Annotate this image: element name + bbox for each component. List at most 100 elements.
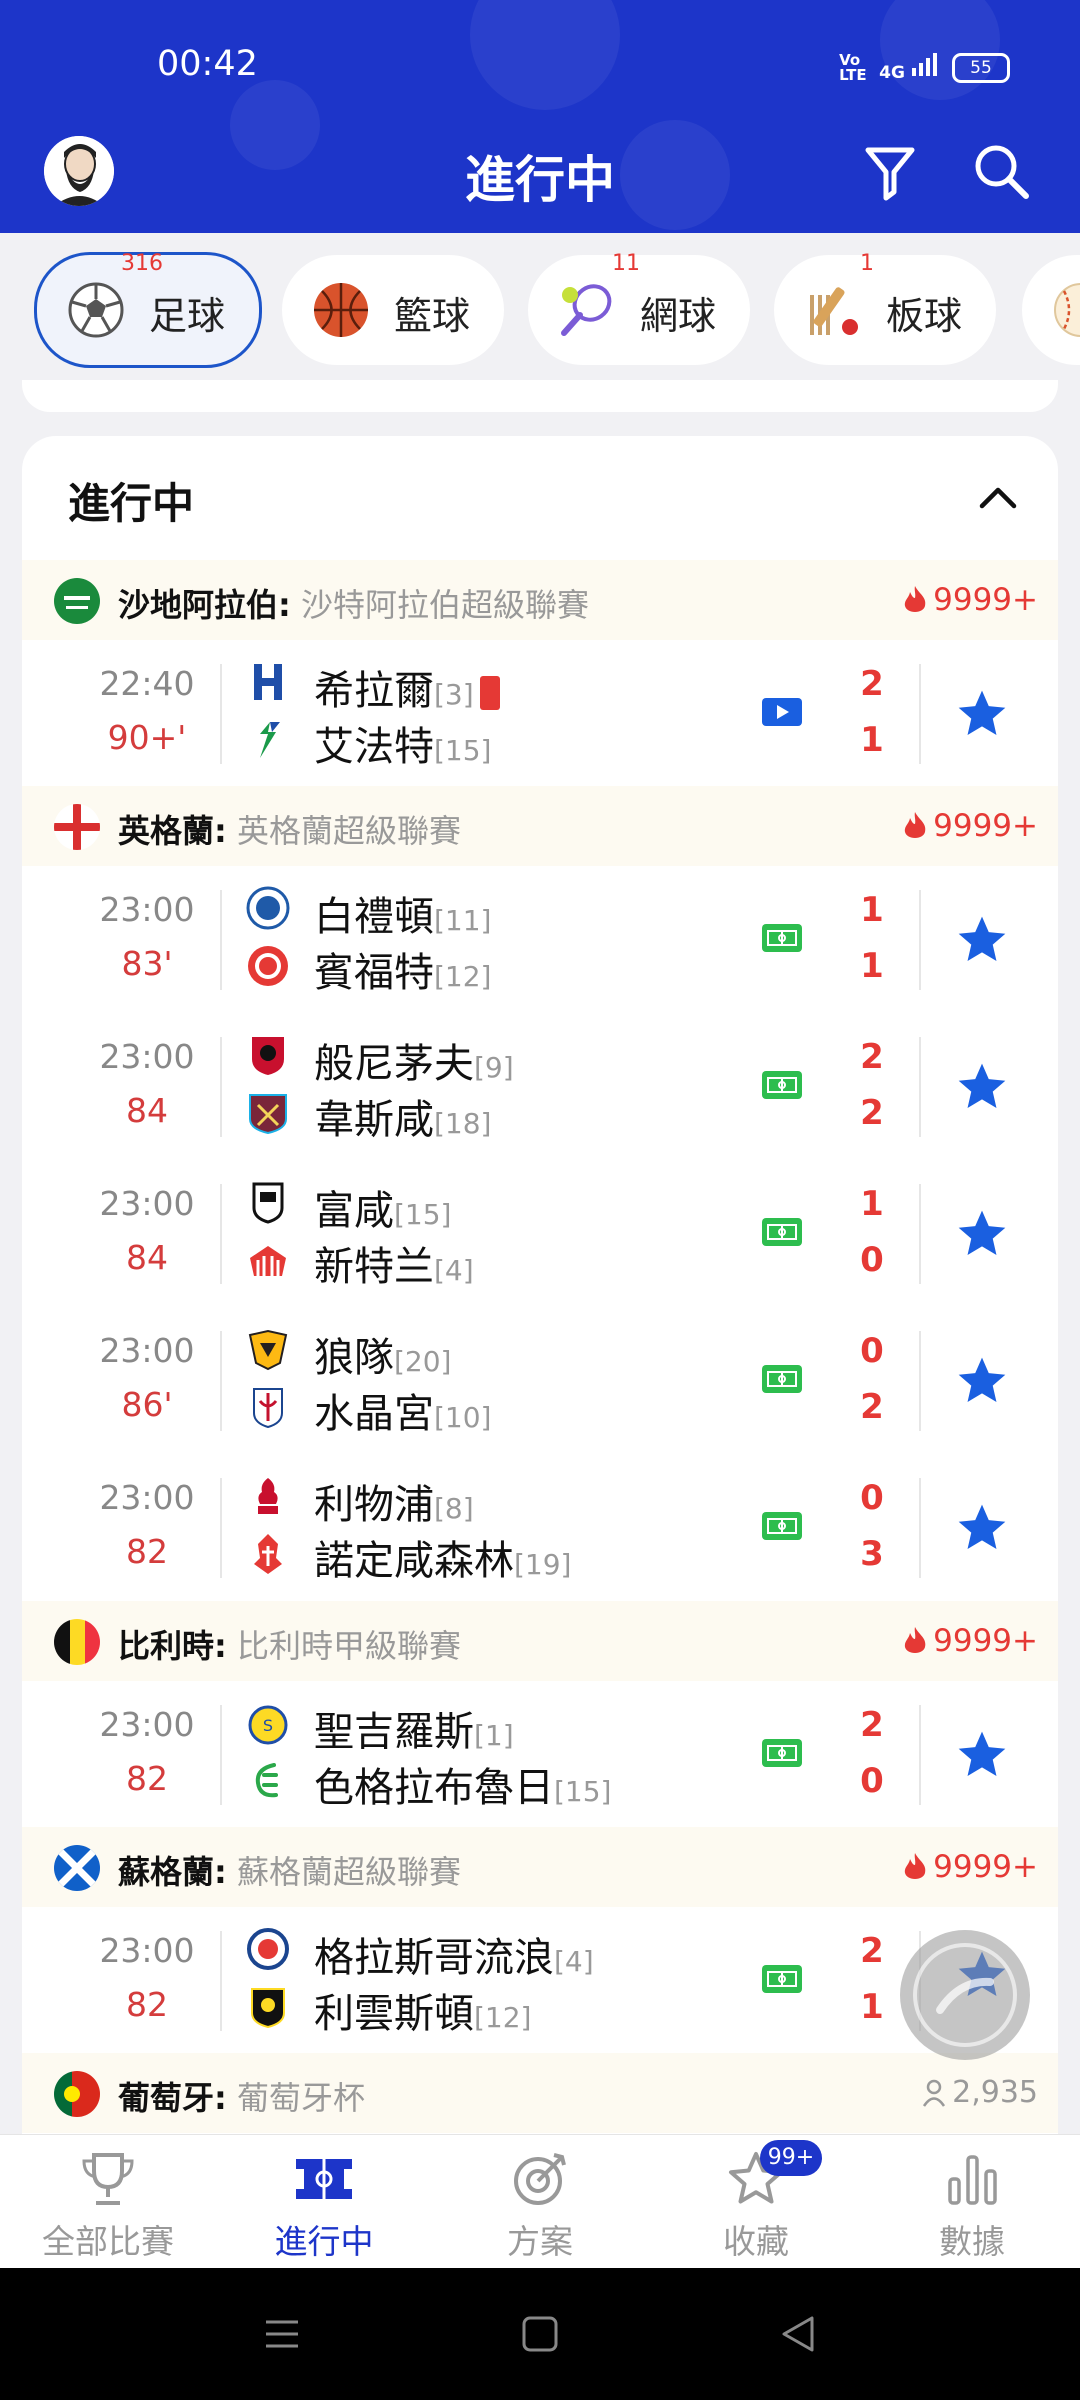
live-stream-icon[interactable] — [762, 1510, 802, 1542]
tab-tennis[interactable]: 11 網球 — [528, 251, 750, 365]
search-icon[interactable] — [970, 140, 1034, 204]
live-stream-icon[interactable] — [762, 1737, 802, 1769]
match-row[interactable]: 23:00 82 S 聖吉羅斯[1] 色格拉布魯日[15] 2 0 — [22, 1681, 1058, 1828]
home-icon[interactable] — [520, 2314, 560, 2358]
team-rank: [8] — [434, 1492, 474, 1525]
fire-icon — [904, 586, 926, 612]
nav-favorites[interactable]: 收藏 — [648, 2135, 864, 2269]
nav-plans[interactable]: 方案 — [432, 2135, 648, 2269]
away-score: 1 — [860, 946, 884, 986]
divider — [220, 1478, 222, 1578]
home-score: 2 — [860, 1705, 884, 1745]
tab-label: 網球 — [640, 294, 717, 338]
home-team: 希拉爾[3] — [314, 658, 500, 716]
league-header[interactable]: 英格蘭: 英格蘭超級聯賽 9999+ — [22, 786, 1058, 866]
home-score: 0 — [860, 1478, 884, 1518]
battery-icon: 55 — [952, 52, 1010, 83]
team-rank: [9] — [474, 1051, 514, 1084]
competition-name: 蘇格蘭超級聯賽 — [226, 1853, 461, 1891]
match-row[interactable]: 23:00 84 般尼茅夫[9] 韋斯咸[18] 2 2 — [22, 1013, 1058, 1160]
team-logo-icon — [246, 1474, 290, 1518]
match-minute: 82 — [126, 1759, 168, 1798]
nav-data[interactable]: 數據 — [864, 2135, 1080, 2269]
nav-live[interactable]: 進行中 — [216, 2135, 432, 2269]
divider — [220, 1931, 222, 2031]
trophy-icon — [78, 2149, 138, 2209]
match-minute: 82 — [126, 1985, 168, 2024]
league-header[interactable]: 沙地阿拉伯: 沙特阿拉伯超級聯賽 9999+ — [22, 560, 1058, 640]
favorite-star-icon[interactable] — [954, 912, 1010, 968]
team-name: 格拉斯哥流浪 — [314, 1935, 554, 1981]
favorite-star-icon[interactable] — [954, 686, 1010, 742]
match-minute: 82 — [126, 1532, 168, 1571]
fire-icon — [904, 812, 926, 838]
home-team: 狼隊[20] — [314, 1325, 451, 1383]
league-header[interactable]: 葡萄牙: 葡萄牙杯 2,935 — [22, 2053, 1058, 2133]
favorite-star-icon[interactable] — [954, 1353, 1010, 1409]
favorite-star-icon[interactable] — [954, 1500, 1010, 1556]
bottom-navigation: 全部比賽 進行中 方案 收藏 數據 — [0, 2134, 1080, 2269]
belgium-flag-icon — [54, 1619, 100, 1665]
away-score: 3 — [860, 1534, 884, 1574]
favorite-star-icon[interactable] — [954, 1206, 1010, 1262]
away-team: 水晶宮[10] — [314, 1381, 491, 1439]
divider — [220, 1331, 222, 1431]
team-logo-icon — [246, 718, 290, 762]
live-stream-icon[interactable] — [762, 1069, 802, 1101]
competition-name: 葡萄牙杯 — [226, 2079, 365, 2117]
league-name: 比利時: 比利時甲級聯賽 — [118, 1621, 461, 1667]
status-time: 00:42 — [157, 44, 258, 84]
bar-chart-icon — [942, 2149, 1002, 2209]
kickoff-time: 22:40 — [99, 664, 195, 703]
home-team: 富咸[15] — [314, 1178, 451, 1236]
live-stream-icon[interactable] — [762, 1363, 802, 1395]
team-name: 般尼茅夫 — [314, 1041, 474, 1087]
away-team: 艾法特[15] — [314, 714, 491, 772]
live-stream-icon[interactable] — [762, 922, 802, 954]
live-stream-icon[interactable] — [762, 1963, 802, 1995]
kickoff-time: 23:00 — [99, 1037, 195, 1076]
home-score: 2 — [860, 1931, 884, 1971]
nav-label: 進行中 — [274, 2222, 374, 2261]
live-stream-icon[interactable] — [762, 1216, 802, 1248]
tab-basketball[interactable]: 籃球 — [282, 255, 504, 365]
floating-favorites-button[interactable] — [900, 1930, 1030, 2060]
red-card-icon — [479, 676, 500, 710]
match-row[interactable]: 23:00 83' 白禮頓[11] 賓福特[12] 1 1 — [22, 866, 1058, 1013]
match-row[interactable]: 22:40 90+' 希拉爾[3] 艾法特[15] 2 1 — [22, 640, 1058, 787]
team-rank: [20] — [394, 1345, 452, 1378]
chevron-up-icon[interactable] — [974, 476, 1022, 516]
video-play-icon[interactable] — [762, 696, 802, 728]
match-row[interactable]: 23:00 82 利物浦[8] 諾定咸森林[19] 0 3 — [22, 1454, 1058, 1601]
team-name: 賓福特 — [314, 950, 434, 996]
team-rank: [15] — [394, 1198, 452, 1231]
team-name: 色格拉布魯日 — [314, 1765, 554, 1811]
league-name: 英格蘭: 英格蘭超級聯賽 — [118, 806, 461, 852]
league-header[interactable]: 比利時: 比利時甲級聯賽 9999+ — [22, 1601, 1058, 1681]
tab-count: 11 — [612, 251, 640, 276]
nav-all-matches[interactable]: 全部比賽 — [0, 2135, 216, 2269]
filter-icon[interactable] — [860, 142, 920, 202]
away-team: 賓福特[12] — [314, 940, 491, 998]
back-icon[interactable] — [778, 2314, 818, 2358]
league-header[interactable]: 蘇格蘭: 蘇格蘭超級聯賽 9999+ — [22, 1827, 1058, 1907]
away-team: 諾定咸森林[19] — [314, 1528, 571, 1586]
sport-tabs: 316 足球 籃球 11 網球 1 板球 — [0, 233, 1080, 383]
tab-football[interactable]: 316 足球 — [34, 251, 262, 368]
favorite-star-icon[interactable] — [954, 1727, 1010, 1783]
match-row[interactable]: 23:00 84 富咸[15] 新特兰[4] 1 0 — [22, 1160, 1058, 1307]
team-logo-icon — [246, 1759, 290, 1803]
person-icon — [923, 2079, 946, 2107]
match-row[interactable]: 23:00 86' 狼隊[20] 水晶宮[10] 0 2 — [22, 1307, 1058, 1454]
tab-baseball[interactable] — [1022, 255, 1080, 365]
target-icon — [510, 2149, 570, 2209]
away-score: 2 — [860, 1093, 884, 1133]
divider — [220, 1705, 222, 1805]
section-title: 進行中 — [68, 479, 195, 528]
menu-icon[interactable] — [262, 2314, 302, 2358]
country-name: 沙地阿拉伯: — [118, 586, 291, 624]
fire-icon — [904, 1627, 926, 1653]
favorite-star-icon[interactable] — [954, 1059, 1010, 1115]
competition-name: 比利時甲級聯賽 — [226, 1627, 461, 1665]
tab-cricket[interactable]: 1 板球 — [774, 251, 996, 365]
